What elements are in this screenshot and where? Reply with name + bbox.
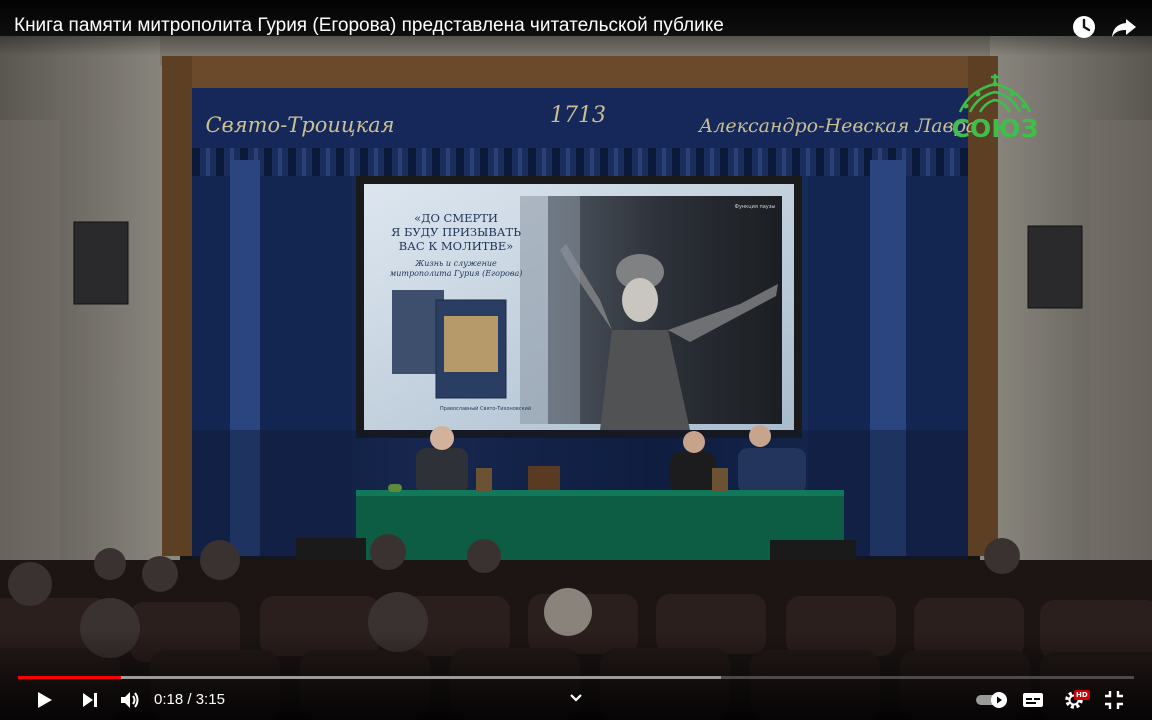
chevron-down-icon	[570, 694, 582, 702]
slide-title-line-3: ВАС К МОЛИТВЕ»	[399, 239, 514, 253]
progress-played	[18, 676, 121, 679]
arch-text-left: Свято-Троицкая	[205, 113, 394, 137]
arch-text-right: Александро-Невская Лавра	[697, 115, 977, 137]
volume-icon	[121, 692, 139, 708]
autoplay-toggle[interactable]	[974, 686, 1010, 714]
wall-speaker-right	[1027, 225, 1083, 309]
crown-icon	[958, 74, 1032, 113]
current-time: 0:18	[154, 691, 184, 708]
slide-publisher: Православный Свято-Тихоновский	[440, 405, 531, 412]
wall-speaker-left	[73, 221, 129, 305]
mute-button[interactable]	[116, 686, 144, 714]
time-separator: /	[183, 691, 196, 708]
subtitles-icon	[1023, 693, 1043, 707]
slide-title-line-2: Я БУДУ ПРИЗЫВАТЬ	[391, 225, 521, 239]
play-button[interactable]	[30, 686, 58, 714]
watch-later-icon[interactable]	[1069, 12, 1099, 42]
exit-fullscreen-icon	[1105, 691, 1123, 709]
slide-subtitle-1: Жизнь и служение	[414, 259, 497, 268]
channel-logo-text: СОЮЗ	[951, 114, 1039, 143]
hd-badge: HD	[1074, 690, 1090, 700]
next-icon	[83, 693, 97, 707]
progress-buffered	[18, 676, 722, 679]
slide-title-line-1: «ДО СМЕРТИ	[414, 211, 498, 225]
expand-description-button[interactable]	[562, 684, 590, 712]
channel-logo: СОЮЗ	[950, 68, 1040, 148]
slide-corner-label: Функция паузы	[735, 204, 776, 210]
next-button[interactable]	[76, 686, 104, 714]
subtitles-button[interactable]	[1019, 686, 1047, 714]
exit-fullscreen-button[interactable]	[1100, 686, 1128, 714]
video-player[interactable]: Свято-Троицкая 1713 Александро-Невская Л…	[0, 0, 1152, 720]
play-icon	[38, 692, 52, 708]
duration: 3:15	[195, 691, 225, 708]
autoplay-toggle-icon	[976, 692, 1007, 708]
arch-text-center: 1713	[550, 103, 606, 128]
slide-subtitle-2: митрополита Гурия (Егорова)	[390, 269, 523, 278]
video-title[interactable]: Книга памяти митрополита Гурия (Егорова)…	[14, 15, 724, 37]
share-icon[interactable]	[1109, 12, 1139, 42]
time-display: 0:18 / 3:15	[154, 691, 225, 708]
progress-bar[interactable]	[18, 676, 1134, 679]
